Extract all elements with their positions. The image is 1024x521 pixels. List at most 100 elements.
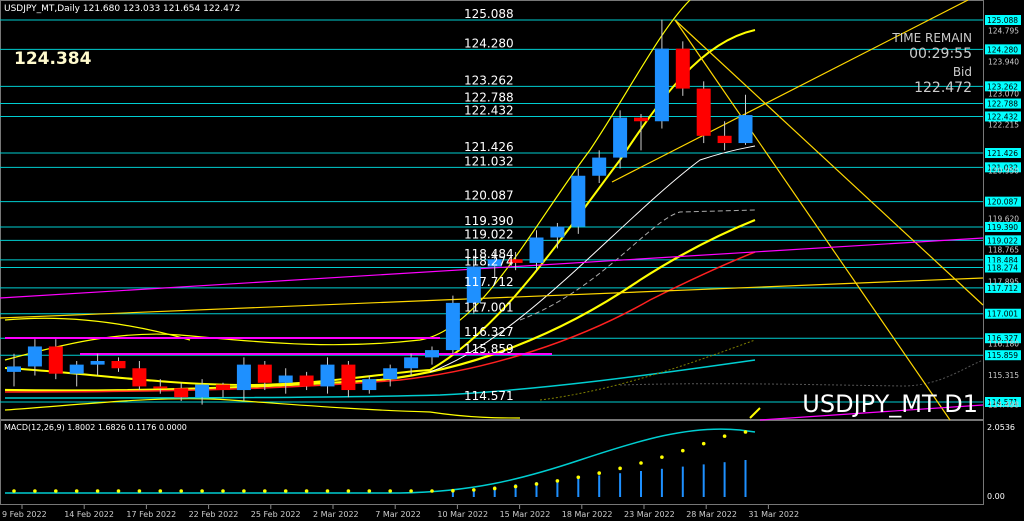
macd-signal-dot bbox=[263, 489, 267, 493]
price-tick-label: 123.940 bbox=[988, 58, 1019, 67]
level-text: 114.571 bbox=[464, 389, 514, 403]
candle-body bbox=[592, 157, 607, 176]
macd-signal-dot bbox=[304, 489, 309, 493]
level-text: 120.087 bbox=[464, 189, 514, 203]
price-tick-label: 122.215 bbox=[988, 120, 1019, 129]
candle-body bbox=[320, 364, 335, 387]
time-remain-value: 00:29:55 bbox=[909, 46, 972, 62]
level-text: 116.327 bbox=[464, 325, 514, 339]
macd-signal-dot bbox=[701, 441, 706, 446]
macd-signal-dot bbox=[681, 448, 685, 453]
candle-body bbox=[613, 117, 628, 158]
macd-signal-dot bbox=[200, 489, 204, 493]
macd-signal-dot bbox=[576, 475, 581, 480]
candle-body bbox=[27, 346, 42, 367]
price-tick-label: 114.498 bbox=[988, 401, 1019, 410]
macd-signal-dot bbox=[12, 489, 16, 493]
candle-body bbox=[550, 226, 565, 238]
date-label: 2 Mar 2022 bbox=[313, 510, 359, 519]
price-tick-label: 115.315 bbox=[988, 371, 1019, 380]
level-axis-tag-text: 115.859 bbox=[987, 351, 1018, 360]
level-axis-tag-text: 117.001 bbox=[987, 310, 1018, 319]
level-text: 122.432 bbox=[464, 103, 514, 117]
date-label: 15 Mar 2022 bbox=[500, 510, 551, 519]
macd-signal-dot bbox=[242, 489, 246, 493]
date-label: 28 Mar 2022 bbox=[686, 510, 737, 519]
macd-signal-dot bbox=[221, 489, 225, 493]
candle-body bbox=[174, 388, 189, 398]
level-axis-tag-text: 125.088 bbox=[987, 16, 1018, 25]
price-tick-label: 124.795 bbox=[988, 27, 1019, 36]
candle-body bbox=[425, 350, 439, 358]
level-axis-tag-text: 122.788 bbox=[987, 100, 1018, 109]
macd-signal-dot bbox=[660, 455, 664, 459]
macd-signal-dot bbox=[639, 461, 643, 465]
macd-signal-dot bbox=[743, 430, 748, 434]
candle-body bbox=[48, 346, 63, 374]
candle-body bbox=[236, 364, 251, 391]
macd-signal-dot bbox=[158, 489, 163, 493]
candle-body bbox=[7, 366, 21, 372]
candle-body bbox=[341, 364, 356, 391]
macd-label: MACD(12,26,9) 1.8002 1.6826 0.1176 0.000… bbox=[4, 423, 187, 432]
level-text: 115.859 bbox=[464, 342, 514, 356]
candle-body bbox=[90, 360, 105, 365]
macd-signal-dot bbox=[597, 471, 601, 475]
macd-signal-dot bbox=[54, 489, 58, 493]
macd-signal-dot bbox=[492, 486, 497, 491]
candle-body bbox=[675, 48, 690, 89]
level-text: 122.788 bbox=[464, 91, 514, 105]
macd-signal-dot bbox=[33, 489, 37, 493]
candle-body bbox=[299, 375, 314, 387]
candle-body bbox=[634, 117, 648, 122]
level-text: 121.426 bbox=[464, 140, 514, 154]
candle-body bbox=[529, 237, 544, 263]
candle-body bbox=[216, 384, 230, 391]
price-tick-label: 123.070 bbox=[988, 89, 1019, 98]
date-label: 10 Mar 2022 bbox=[437, 510, 488, 519]
macd-signal-dot bbox=[367, 489, 372, 493]
candle-body bbox=[278, 375, 293, 383]
level-text: 124.280 bbox=[464, 36, 514, 50]
date-label: 22 Feb 2022 bbox=[189, 510, 239, 519]
price-tick-label: 120.950 bbox=[988, 166, 1019, 175]
macd-signal-dot bbox=[388, 489, 393, 493]
candle-body bbox=[153, 386, 168, 389]
level-axis-tag-text: 121.426 bbox=[987, 149, 1018, 158]
level-axis-tag-text: 119.390 bbox=[987, 223, 1018, 232]
candle-body bbox=[362, 379, 377, 391]
macd-signal-dot bbox=[95, 489, 100, 493]
candle-body bbox=[696, 88, 711, 136]
macd-signal-dot bbox=[116, 489, 121, 493]
price-tick-label: 119.620 bbox=[988, 215, 1019, 224]
level-axis-tag-text: 124.280 bbox=[987, 45, 1018, 54]
bid-label: Bid bbox=[953, 65, 972, 79]
date-label: 14 Feb 2022 bbox=[64, 510, 114, 519]
level-text: 119.390 bbox=[464, 214, 514, 228]
macd-scale-zero: 0.00 bbox=[987, 492, 1005, 501]
macd-signal-dot bbox=[179, 489, 183, 493]
macd-signal-dot bbox=[722, 434, 727, 438]
level-text: 117.712 bbox=[464, 275, 514, 289]
candle-body bbox=[738, 115, 753, 144]
candle-body bbox=[383, 368, 398, 380]
macd-signal-dot bbox=[409, 489, 413, 493]
candle-body bbox=[404, 357, 419, 369]
time-remain-label: TIME REMAIN bbox=[891, 31, 972, 45]
level-axis-tag-text: 120.087 bbox=[987, 198, 1018, 207]
trading-chart[interactable]: 125.088 125.088124.280 124.280123.262 123.2… bbox=[0, 0, 1024, 521]
macd-signal-dot bbox=[74, 489, 79, 493]
candle-body bbox=[654, 48, 669, 122]
macd-signal-dot bbox=[137, 489, 142, 493]
macd-scale-top: 2.0536 bbox=[987, 423, 1015, 432]
level-text: 117.001 bbox=[464, 301, 514, 315]
macd-signal-dot bbox=[430, 489, 434, 493]
price-tick-label: 118.765 bbox=[988, 246, 1019, 255]
price-tick-label: 116.180 bbox=[988, 340, 1019, 349]
candle-body bbox=[571, 175, 586, 227]
symbol-watermark: USDJPY_MT D1 bbox=[802, 390, 978, 418]
macd-signal-dot bbox=[555, 479, 560, 483]
candle-body bbox=[195, 384, 210, 398]
bid-value: 122.472 bbox=[914, 80, 972, 96]
date-label: 25 Feb 2022 bbox=[251, 510, 301, 519]
